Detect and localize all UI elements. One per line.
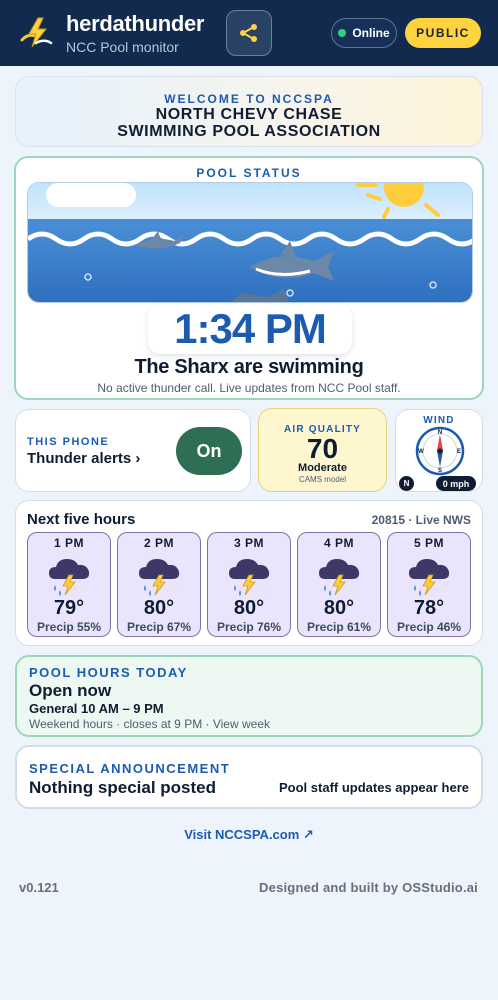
forecast-hour-time: 3 PM — [233, 536, 264, 550]
announcement-side-note: Pool staff updates appear here — [279, 780, 469, 795]
air-quality-model: CAMS model — [298, 475, 347, 484]
pool-open-state: Open now — [29, 681, 112, 700]
forecast-hour-temp: 80° — [143, 597, 175, 619]
online-status-badge: Online — [331, 18, 397, 48]
forecast-title: Next five hours — [27, 511, 136, 528]
pool-status-note: No active thunder call. Live updates fro… — [97, 381, 401, 395]
thunder-alerts-link[interactable]: Thunder alerts › — [27, 450, 140, 467]
thunderstorm-icon — [48, 558, 90, 597]
compass-west-label: W — [418, 449, 424, 455]
thunderstorm-icon — [138, 558, 180, 597]
thunderstorm-icon — [318, 558, 360, 597]
pool-hours-kicker: POOL HOURS TODAY — [29, 665, 188, 680]
announcement-kicker: SPECIAL ANNOUNCEMENT — [29, 761, 231, 776]
forecast-hour-time: 4 PM — [323, 536, 354, 550]
compass-east-label: E — [457, 449, 461, 455]
welcome-line-2: SWIMMING POOL ASSOCIATION — [117, 123, 381, 140]
wind-card: WIND N E S W N 0 mph — [395, 409, 483, 492]
wind-title: WIND — [423, 415, 455, 426]
forecast-hour: 2 PM 80° Precip 67% — [117, 532, 201, 637]
wind-direction-badge: N — [399, 476, 414, 491]
compass-icon: N E S W — [415, 426, 465, 476]
thunderstorm-icon — [408, 558, 450, 597]
air-quality-level: Moderate — [298, 462, 347, 474]
pool-general-hours: General 10 AM – 9 PM — [29, 701, 164, 716]
welcome-line-1: NORTH CHEVY CHASE — [155, 106, 343, 123]
air-quality-value: 70 — [306, 433, 339, 464]
welcome-banner: WELCOME TO NCCSPA NORTH CHEVY CHASE SWIM… — [15, 76, 483, 147]
forecast-location: 20815 · Live NWS — [371, 513, 471, 527]
forecast-hour-temp: 80° — [323, 597, 355, 619]
app-header: herdathunder NCC Pool monitor Online PUB… — [0, 0, 498, 66]
share-icon — [240, 24, 257, 42]
forecast-hour-precip: Precip 67% — [126, 620, 192, 634]
pool-hours-note[interactable]: Weekend hours · closes at 9 PM · View we… — [29, 717, 270, 731]
cloud-icon — [46, 183, 136, 207]
thunderstorm-icon — [228, 558, 270, 597]
lightning-logo-icon — [20, 17, 53, 48]
special-announcement-card: SPECIAL ANNOUNCEMENT Nothing special pos… — [15, 745, 483, 809]
forecast-hour-precip: Precip 46% — [396, 620, 462, 634]
footer-credit: Designed and built by OSStudio.ai — [259, 880, 478, 895]
online-dot-icon — [338, 29, 347, 37]
forecast-hour: 4 PM 80° Precip 61% — [297, 532, 381, 637]
pool-illustration — [27, 182, 473, 303]
phone-alerts-card[interactable]: THIS PHONE Thunder alerts › On — [15, 409, 251, 492]
forecast-hour-temp: 79° — [53, 597, 85, 619]
forecast-hour-precip: Precip 55% — [36, 620, 102, 634]
pool-status-text: The Sharx are swimming — [134, 356, 364, 378]
forecast-hour: 1 PM 79° Precip 55% — [27, 532, 111, 637]
online-label: Online — [352, 26, 390, 40]
announcement-body: Nothing special posted — [29, 778, 217, 797]
forecast-hour: 5 PM 78° Precip 46% — [387, 532, 471, 637]
share-button[interactable] — [226, 10, 272, 56]
public-badge[interactable]: PUBLIC — [405, 18, 481, 48]
thunder-alerts-toggle[interactable]: On — [176, 427, 242, 475]
phone-alerts-kicker: THIS PHONE — [27, 436, 110, 448]
compass-south-label: S — [438, 468, 442, 474]
pool-status-title: POOL STATUS — [196, 166, 302, 180]
pool-hours-card: POOL HOURS TODAY Open now General 10 AM … — [15, 655, 483, 737]
compass-north-label: N — [438, 430, 442, 436]
forecast-hour-temp: 78° — [413, 597, 445, 619]
forecast-hour-temp: 80° — [233, 597, 265, 619]
air-quality-card: AIR QUALITY 70 Moderate CAMS model — [258, 408, 387, 492]
forecast-hour-time: 1 PM — [53, 536, 84, 550]
visit-nccspa-link[interactable]: Visit NCCSPA.com ↗ — [0, 827, 498, 843]
pool-status-time: 1:34 PM — [148, 304, 352, 354]
pool-status-card: POOL STATUS 1:34 PM The Sharx are swimmi… — [14, 156, 484, 400]
app-version: v0.121 — [19, 880, 59, 895]
forecast-hour-precip: Precip 61% — [306, 620, 372, 634]
forecast-hour: 3 PM 80° Precip 76% — [207, 532, 291, 637]
forecast-card: Next five hours 20815 · Live NWS 1 PM 79… — [15, 500, 483, 646]
forecast-hour-precip: Precip 76% — [216, 620, 282, 634]
wind-speed-badge: 0 mph — [436, 476, 476, 491]
app-title: herdathunder — [66, 11, 205, 36]
welcome-kicker: WELCOME TO NCCSPA — [164, 92, 334, 106]
forecast-hour-time: 5 PM — [413, 536, 444, 550]
app-subtitle: NCC Pool monitor — [66, 39, 179, 55]
forecast-hour-time: 2 PM — [143, 536, 174, 550]
